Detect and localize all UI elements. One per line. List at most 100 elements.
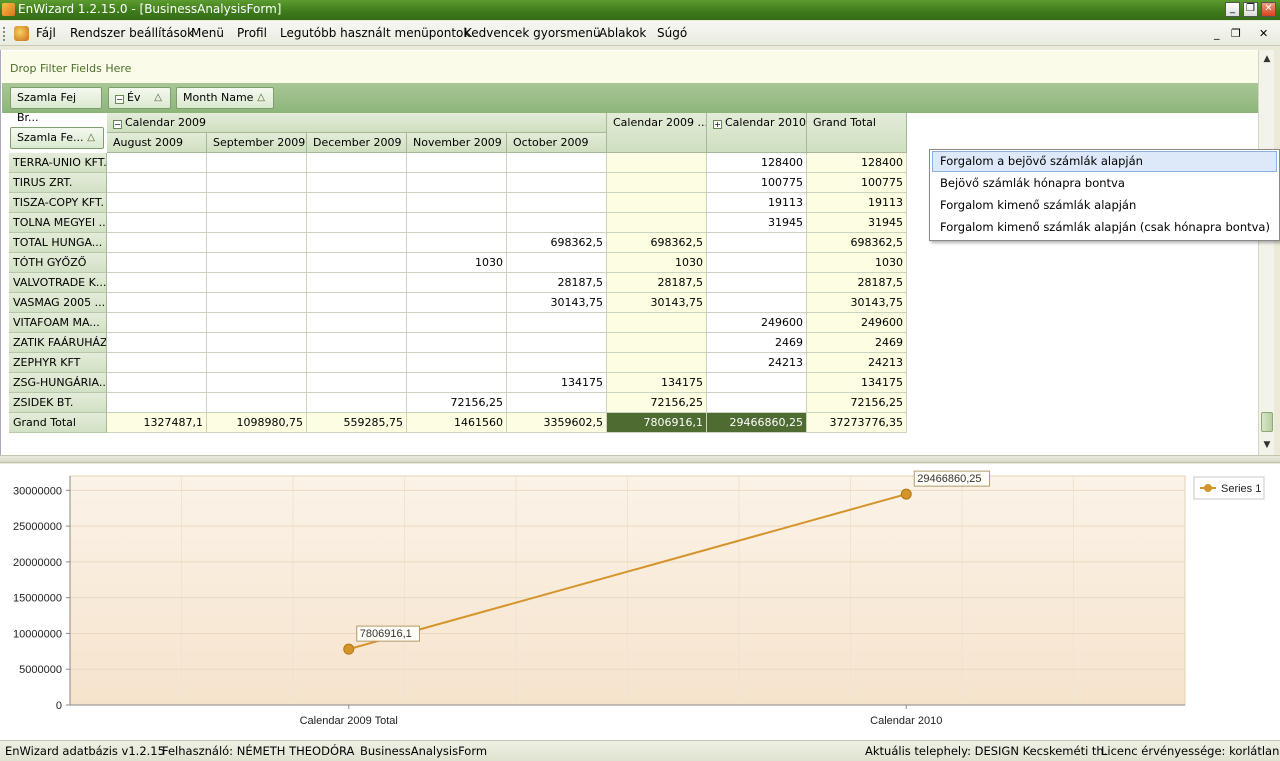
col-header-month[interactable]: November 2009 — [407, 133, 507, 153]
mdi-child-icon[interactable] — [14, 26, 29, 41]
data-cell[interactable]: 24213 — [807, 353, 907, 373]
data-cell[interactable] — [307, 233, 407, 253]
data-cell[interactable] — [607, 333, 707, 353]
row-header[interactable]: VASMAG 2005 ... — [9, 293, 107, 313]
col-header-2009-total[interactable]: Calendar 2009 ... — [607, 113, 707, 153]
scroll-thumb[interactable] — [1261, 412, 1273, 432]
data-cell[interactable] — [607, 313, 707, 333]
data-cell[interactable] — [707, 253, 807, 273]
data-cell[interactable] — [507, 153, 607, 173]
ctx-item-outgoing-monthly[interactable]: Forgalom kimenő számlák alapján (csak hó… — [932, 217, 1277, 238]
data-cell[interactable] — [707, 393, 807, 413]
data-cell[interactable] — [207, 313, 307, 333]
data-cell[interactable] — [207, 253, 307, 273]
col-header-month[interactable]: August 2009 — [107, 133, 207, 153]
data-cell[interactable] — [307, 393, 407, 413]
data-cell[interactable] — [307, 333, 407, 353]
data-cell[interactable] — [207, 353, 307, 373]
col-header-month[interactable]: September 2009 — [207, 133, 307, 153]
data-cell[interactable] — [207, 233, 307, 253]
data-cell[interactable] — [507, 193, 607, 213]
data-cell[interactable] — [407, 233, 507, 253]
data-cell[interactable]: 19113 — [707, 193, 807, 213]
data-cell[interactable] — [707, 273, 807, 293]
data-cell[interactable]: 249600 — [707, 313, 807, 333]
menu-recent[interactable]: Legutóbb használt menüpontok — [280, 26, 470, 40]
data-cell[interactable]: 24213 — [707, 353, 807, 373]
data-cell[interactable] — [607, 173, 707, 193]
row-header-grand-total[interactable]: Grand Total — [9, 413, 107, 433]
data-cell[interactable]: 1030 — [407, 253, 507, 273]
data-cell[interactable] — [507, 393, 607, 413]
col-header-calendar-2010[interactable]: + Calendar 2010 — [707, 113, 807, 153]
data-cell[interactable] — [507, 173, 607, 193]
data-cell[interactable] — [407, 353, 507, 373]
mdi-minimize-button[interactable]: _ — [1214, 27, 1220, 40]
ctx-item-incoming-revenue[interactable]: Forgalom a bejövő számlák alapján — [932, 151, 1277, 172]
data-cell[interactable] — [407, 153, 507, 173]
data-cell[interactable]: 249600 — [807, 313, 907, 333]
data-cell[interactable]: 30143,75 — [607, 293, 707, 313]
data-cell[interactable] — [607, 213, 707, 233]
data-cell[interactable] — [107, 313, 207, 333]
data-cell[interactable]: 28187,5 — [807, 273, 907, 293]
row-header[interactable]: TOLNA MEGYEI ... — [9, 213, 107, 233]
data-cell[interactable]: 100775 — [807, 173, 907, 193]
ctx-item-outgoing-revenue[interactable]: Forgalom kimenő számlák alapján — [932, 195, 1277, 216]
data-cell[interactable] — [307, 173, 407, 193]
data-cell[interactable] — [307, 293, 407, 313]
data-cell[interactable]: 72156,25 — [807, 393, 907, 413]
grand-total-cell[interactable]: 559285,75 — [307, 413, 407, 433]
sort-icon[interactable]: △ — [154, 88, 162, 108]
filter-drop-zone[interactable]: Drop Filter Fields Here — [2, 51, 1258, 83]
data-cell[interactable] — [607, 153, 707, 173]
data-cell[interactable] — [207, 293, 307, 313]
data-cell[interactable]: 28187,5 — [607, 273, 707, 293]
data-cell[interactable] — [107, 333, 207, 353]
row-header[interactable]: VALVOTRADE K... — [9, 273, 107, 293]
data-cell[interactable]: 2469 — [707, 333, 807, 353]
row-field-szamla-fe[interactable]: Szamla Fe... △ — [10, 127, 104, 149]
col-header-month[interactable]: December 2009 — [307, 133, 407, 153]
menu-file[interactable]: Fájl — [36, 26, 56, 40]
menu-system-settings[interactable]: Rendszer beállítások — [70, 26, 194, 40]
menu-menu[interactable]: Menü — [191, 26, 224, 40]
grand-total-cell[interactable]: 7806916,1 — [607, 413, 707, 433]
data-cell[interactable] — [407, 293, 507, 313]
data-cell[interactable] — [107, 353, 207, 373]
data-cell[interactable] — [707, 373, 807, 393]
data-cell[interactable]: 128400 — [707, 153, 807, 173]
data-cell[interactable] — [307, 373, 407, 393]
data-cell[interactable] — [407, 273, 507, 293]
data-cell[interactable] — [107, 153, 207, 173]
menu-favorites[interactable]: Kedvencek gyorsmenü — [464, 26, 601, 40]
menu-help[interactable]: Súgó — [657, 26, 687, 40]
field-month-name[interactable]: Month Name △ — [176, 87, 274, 109]
menu-profile[interactable]: Profil — [237, 26, 267, 40]
row-header[interactable]: ZATIK FAÁRUHÁZ — [9, 333, 107, 353]
data-cell[interactable]: 31945 — [707, 213, 807, 233]
collapse-icon[interactable]: − — [113, 120, 122, 129]
data-cell[interactable] — [507, 253, 607, 273]
row-header[interactable]: TIRUS ZRT. — [9, 173, 107, 193]
data-cell[interactable] — [107, 193, 207, 213]
data-cell[interactable] — [307, 313, 407, 333]
data-cell[interactable] — [207, 273, 307, 293]
minimize-button[interactable]: _ — [1225, 2, 1240, 17]
data-cell[interactable] — [307, 353, 407, 373]
data-cell[interactable] — [507, 313, 607, 333]
grip-handle[interactable] — [3, 27, 6, 41]
data-cell[interactable] — [507, 353, 607, 373]
grand-total-cell[interactable]: 29466860,25 — [707, 413, 807, 433]
row-header[interactable]: VITAFOAM MA... — [9, 313, 107, 333]
data-cell[interactable] — [207, 213, 307, 233]
data-cell[interactable] — [307, 193, 407, 213]
row-header[interactable]: ZSG-HUNGÁRIA... — [9, 373, 107, 393]
close-button[interactable]: ✕ — [1261, 2, 1276, 17]
data-cell[interactable] — [107, 253, 207, 273]
data-cell[interactable]: 30143,75 — [507, 293, 607, 313]
row-header[interactable]: ZSIDEK BT. — [9, 393, 107, 413]
grand-total-cell[interactable]: 1098980,75 — [207, 413, 307, 433]
data-cell[interactable] — [207, 393, 307, 413]
collapse-icon[interactable]: − — [115, 95, 124, 104]
